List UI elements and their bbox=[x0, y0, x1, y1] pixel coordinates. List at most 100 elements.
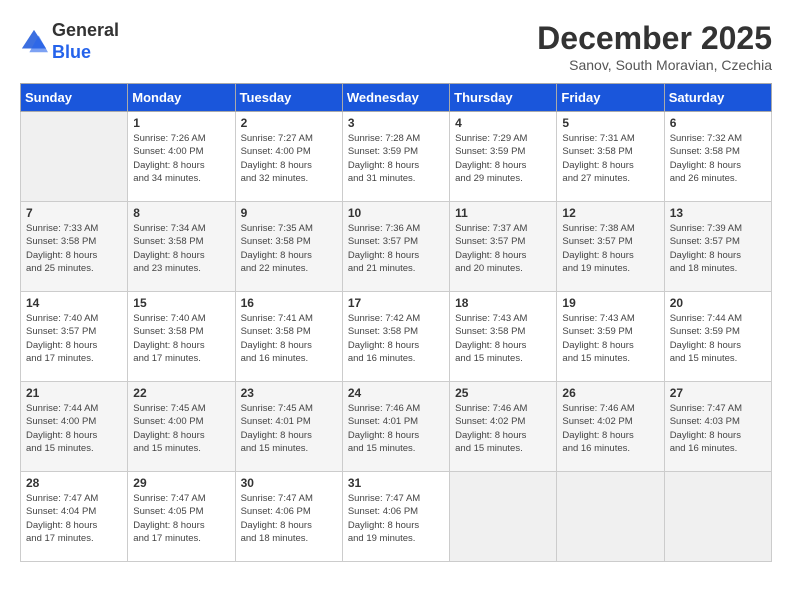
day-info: Sunrise: 7:46 AM Sunset: 4:02 PM Dayligh… bbox=[562, 402, 658, 455]
header-row: SundayMondayTuesdayWednesdayThursdayFrid… bbox=[21, 84, 772, 112]
day-info: Sunrise: 7:47 AM Sunset: 4:06 PM Dayligh… bbox=[348, 492, 444, 545]
day-number: 12 bbox=[562, 206, 658, 220]
day-cell: 17 Sunrise: 7:42 AM Sunset: 3:58 PM Dayli… bbox=[342, 292, 449, 382]
day-info: Sunrise: 7:39 AM Sunset: 3:57 PM Dayligh… bbox=[670, 222, 766, 275]
day-cell: 19 Sunrise: 7:43 AM Sunset: 3:59 PM Dayli… bbox=[557, 292, 664, 382]
day-number: 9 bbox=[241, 206, 337, 220]
day-number: 17 bbox=[348, 296, 444, 310]
calendar-subtitle: Sanov, South Moravian, Czechia bbox=[537, 57, 772, 73]
day-cell: 2 Sunrise: 7:27 AM Sunset: 4:00 PM Daylig… bbox=[235, 112, 342, 202]
day-cell: 25 Sunrise: 7:46 AM Sunset: 4:02 PM Dayli… bbox=[450, 382, 557, 472]
day-number: 21 bbox=[26, 386, 122, 400]
day-cell: 14Sunrise: 7:40 AM Sunset: 3:57 PM Dayli… bbox=[21, 292, 128, 382]
day-number: 27 bbox=[670, 386, 766, 400]
day-info: Sunrise: 7:34 AM Sunset: 3:58 PM Dayligh… bbox=[133, 222, 229, 275]
day-info: Sunrise: 7:38 AM Sunset: 3:57 PM Dayligh… bbox=[562, 222, 658, 275]
day-number: 28 bbox=[26, 476, 122, 490]
day-cell: 31 Sunrise: 7:47 AM Sunset: 4:06 PM Dayli… bbox=[342, 472, 449, 562]
day-info: Sunrise: 7:40 AM Sunset: 3:58 PM Dayligh… bbox=[133, 312, 229, 365]
day-info: Sunrise: 7:44 AM Sunset: 3:59 PM Dayligh… bbox=[670, 312, 766, 365]
day-number: 20 bbox=[670, 296, 766, 310]
day-cell: 12 Sunrise: 7:38 AM Sunset: 3:57 PM Dayli… bbox=[557, 202, 664, 292]
day-cell: 13 Sunrise: 7:39 AM Sunset: 3:57 PM Dayli… bbox=[664, 202, 771, 292]
week-row-2: 7 Sunrise: 7:33 AM Sunset: 3:58 PM Daylig… bbox=[21, 202, 772, 292]
day-info: Sunrise: 7:41 AM Sunset: 3:58 PM Dayligh… bbox=[241, 312, 337, 365]
day-number: 19 bbox=[562, 296, 658, 310]
day-cell: 9 Sunrise: 7:35 AM Sunset: 3:58 PM Daylig… bbox=[235, 202, 342, 292]
day-info: Sunrise: 7:33 AM Sunset: 3:58 PM Dayligh… bbox=[26, 222, 122, 275]
day-info: Sunrise: 7:47 AM Sunset: 4:06 PM Dayligh… bbox=[241, 492, 337, 545]
week-row-1: 1 Sunrise: 7:26 AM Sunset: 4:00 PM Daylig… bbox=[21, 112, 772, 202]
day-number: 31 bbox=[348, 476, 444, 490]
day-number: 11 bbox=[455, 206, 551, 220]
day-cell bbox=[450, 472, 557, 562]
day-info: Sunrise: 7:37 AM Sunset: 3:57 PM Dayligh… bbox=[455, 222, 551, 275]
day-info: Sunrise: 7:36 AM Sunset: 3:57 PM Dayligh… bbox=[348, 222, 444, 275]
calendar-title: December 2025 bbox=[537, 20, 772, 57]
day-cell: 7 Sunrise: 7:33 AM Sunset: 3:58 PM Daylig… bbox=[21, 202, 128, 292]
day-number: 14 bbox=[26, 296, 122, 310]
day-number: 8 bbox=[133, 206, 229, 220]
day-info: Sunrise: 7:43 AM Sunset: 3:58 PM Dayligh… bbox=[455, 312, 551, 365]
day-cell: 6 Sunrise: 7:32 AM Sunset: 3:58 PM Daylig… bbox=[664, 112, 771, 202]
day-number: 15 bbox=[133, 296, 229, 310]
day-number: 4 bbox=[455, 116, 551, 130]
page-header: General Blue December 2025 Sanov, South … bbox=[20, 20, 772, 73]
day-cell: 1 Sunrise: 7:26 AM Sunset: 4:00 PM Daylig… bbox=[128, 112, 235, 202]
day-info: Sunrise: 7:28 AM Sunset: 3:59 PM Dayligh… bbox=[348, 132, 444, 185]
day-number: 1 bbox=[133, 116, 229, 130]
day-cell: 18Sunrise: 7:43 AM Sunset: 3:58 PM Dayli… bbox=[450, 292, 557, 382]
week-row-5: 28Sunrise: 7:47 AM Sunset: 4:04 PM Dayli… bbox=[21, 472, 772, 562]
day-info: Sunrise: 7:46 AM Sunset: 4:02 PM Dayligh… bbox=[455, 402, 551, 455]
day-cell: 20 Sunrise: 7:44 AM Sunset: 3:59 PM Dayli… bbox=[664, 292, 771, 382]
day-number: 16 bbox=[241, 296, 337, 310]
day-cell: 15 Sunrise: 7:40 AM Sunset: 3:58 PM Dayli… bbox=[128, 292, 235, 382]
day-cell bbox=[664, 472, 771, 562]
logo-icon bbox=[20, 28, 48, 56]
header-cell-monday: Monday bbox=[128, 84, 235, 112]
day-number: 2 bbox=[241, 116, 337, 130]
day-number: 23 bbox=[241, 386, 337, 400]
day-info: Sunrise: 7:47 AM Sunset: 4:03 PM Dayligh… bbox=[670, 402, 766, 455]
day-cell: 5 Sunrise: 7:31 AM Sunset: 3:58 PM Daylig… bbox=[557, 112, 664, 202]
day-number: 7 bbox=[26, 206, 122, 220]
header-cell-tuesday: Tuesday bbox=[235, 84, 342, 112]
day-info: Sunrise: 7:43 AM Sunset: 3:59 PM Dayligh… bbox=[562, 312, 658, 365]
day-number: 3 bbox=[348, 116, 444, 130]
day-cell: 3 Sunrise: 7:28 AM Sunset: 3:59 PM Daylig… bbox=[342, 112, 449, 202]
day-info: Sunrise: 7:47 AM Sunset: 4:05 PM Dayligh… bbox=[133, 492, 229, 545]
day-cell: 24Sunrise: 7:46 AM Sunset: 4:01 PM Dayli… bbox=[342, 382, 449, 472]
day-cell: 28Sunrise: 7:47 AM Sunset: 4:04 PM Dayli… bbox=[21, 472, 128, 562]
day-info: Sunrise: 7:31 AM Sunset: 3:58 PM Dayligh… bbox=[562, 132, 658, 185]
day-number: 10 bbox=[348, 206, 444, 220]
header-cell-thursday: Thursday bbox=[450, 84, 557, 112]
day-cell: 27 Sunrise: 7:47 AM Sunset: 4:03 PM Dayli… bbox=[664, 382, 771, 472]
day-info: Sunrise: 7:26 AM Sunset: 4:00 PM Dayligh… bbox=[133, 132, 229, 185]
day-cell bbox=[21, 112, 128, 202]
day-info: Sunrise: 7:35 AM Sunset: 3:58 PM Dayligh… bbox=[241, 222, 337, 275]
day-number: 26 bbox=[562, 386, 658, 400]
day-number: 30 bbox=[241, 476, 337, 490]
day-number: 24 bbox=[348, 386, 444, 400]
day-number: 13 bbox=[670, 206, 766, 220]
day-number: 6 bbox=[670, 116, 766, 130]
day-info: Sunrise: 7:42 AM Sunset: 3:58 PM Dayligh… bbox=[348, 312, 444, 365]
day-cell: 11 Sunrise: 7:37 AM Sunset: 3:57 PM Dayli… bbox=[450, 202, 557, 292]
day-cell: 10 Sunrise: 7:36 AM Sunset: 3:57 PM Dayli… bbox=[342, 202, 449, 292]
day-cell: 21 Sunrise: 7:44 AM Sunset: 4:00 PM Dayli… bbox=[21, 382, 128, 472]
day-number: 29 bbox=[133, 476, 229, 490]
header-cell-friday: Friday bbox=[557, 84, 664, 112]
header-cell-sunday: Sunday bbox=[21, 84, 128, 112]
day-info: Sunrise: 7:44 AM Sunset: 4:00 PM Dayligh… bbox=[26, 402, 122, 455]
day-info: Sunrise: 7:32 AM Sunset: 3:58 PM Dayligh… bbox=[670, 132, 766, 185]
day-number: 25 bbox=[455, 386, 551, 400]
day-info: Sunrise: 7:45 AM Sunset: 4:01 PM Dayligh… bbox=[241, 402, 337, 455]
day-info: Sunrise: 7:27 AM Sunset: 4:00 PM Dayligh… bbox=[241, 132, 337, 185]
day-cell: 23 Sunrise: 7:45 AM Sunset: 4:01 PM Dayli… bbox=[235, 382, 342, 472]
day-number: 22 bbox=[133, 386, 229, 400]
header-cell-saturday: Saturday bbox=[664, 84, 771, 112]
day-info: Sunrise: 7:29 AM Sunset: 3:59 PM Dayligh… bbox=[455, 132, 551, 185]
week-row-4: 21 Sunrise: 7:44 AM Sunset: 4:00 PM Dayli… bbox=[21, 382, 772, 472]
calendar-table: SundayMondayTuesdayWednesdayThursdayFrid… bbox=[20, 83, 772, 562]
day-number: 5 bbox=[562, 116, 658, 130]
